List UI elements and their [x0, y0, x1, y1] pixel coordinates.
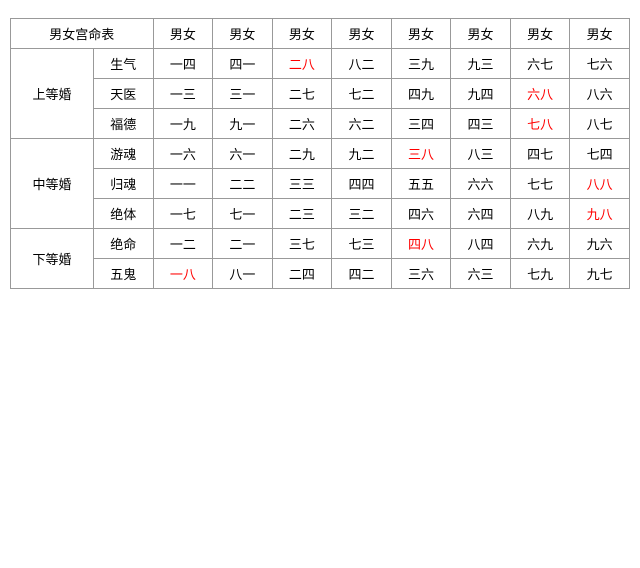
cell: 一七 [153, 199, 213, 229]
cell: 三九 [391, 49, 451, 79]
cell: 一六 [153, 139, 213, 169]
sub-label: 绝命 [94, 229, 154, 259]
sub-label: 游魂 [94, 139, 154, 169]
cell: 一一 [153, 169, 213, 199]
cell: 八二 [332, 49, 392, 79]
table-row: 天医一三三一二七七二四九九四六八八六 [11, 79, 630, 109]
header-col-2: 男女 [213, 19, 273, 49]
group-label-0: 上等婚 [11, 49, 94, 139]
cell: 二六 [272, 109, 332, 139]
cell: 八一 [213, 259, 273, 289]
sub-label: 天医 [94, 79, 154, 109]
cell: 七九 [510, 259, 570, 289]
cell: 八三 [451, 139, 511, 169]
cell: 六六 [451, 169, 511, 199]
sub-label: 五鬼 [94, 259, 154, 289]
cell: 五五 [391, 169, 451, 199]
cell: 一八 [153, 259, 213, 289]
cell: 八四 [451, 229, 511, 259]
header-col0: 男女宫命表 [11, 19, 154, 49]
cell: 七八 [510, 109, 570, 139]
table-row: 下等婚绝命一二二一三七七三四八八四六九九六 [11, 229, 630, 259]
header-col-5: 男女 [391, 19, 451, 49]
table-row: 中等婚游魂一六六一二九九二三八八三四七七四 [11, 139, 630, 169]
cell: 六四 [451, 199, 511, 229]
cell: 九四 [451, 79, 511, 109]
sub-label: 生气 [94, 49, 154, 79]
cell: 二二 [213, 169, 273, 199]
cell: 八九 [510, 199, 570, 229]
cell: 七三 [332, 229, 392, 259]
table-row: 五鬼一八八一二四四二三六六三七九九七 [11, 259, 630, 289]
cell: 二九 [272, 139, 332, 169]
cell: 三八 [391, 139, 451, 169]
cell: 三七 [272, 229, 332, 259]
cell: 七七 [510, 169, 570, 199]
table-row: 归魂一一二二三三四四五五六六七七八八 [11, 169, 630, 199]
cell: 四三 [451, 109, 511, 139]
table-row: 上等婚生气一四四一二八八二三九九三六七七六 [11, 49, 630, 79]
cell: 六九 [510, 229, 570, 259]
cell: 六一 [213, 139, 273, 169]
cell: 九二 [332, 139, 392, 169]
cell: 九三 [451, 49, 511, 79]
cell: 四九 [391, 79, 451, 109]
group-label-1: 中等婚 [11, 139, 94, 229]
cell: 八六 [570, 79, 630, 109]
header-col-6: 男女 [451, 19, 511, 49]
header-col-4: 男女 [332, 19, 392, 49]
cell: 四二 [332, 259, 392, 289]
cell: 三六 [391, 259, 451, 289]
main-table: 男女宫命表男女男女男女男女男女男女男女男女上等婚生气一四四一二八八二三九九三六七… [10, 18, 630, 289]
sub-label: 归魂 [94, 169, 154, 199]
cell: 八八 [570, 169, 630, 199]
sub-label: 绝体 [94, 199, 154, 229]
cell: 四七 [510, 139, 570, 169]
cell: 三二 [332, 199, 392, 229]
cell: 七一 [213, 199, 273, 229]
cell: 四八 [391, 229, 451, 259]
cell: 七六 [570, 49, 630, 79]
cell: 七二 [332, 79, 392, 109]
table-row: 福德一九九一二六六二三四四三七八八七 [11, 109, 630, 139]
group-label-2: 下等婚 [11, 229, 94, 289]
cell: 四一 [213, 49, 273, 79]
cell: 三四 [391, 109, 451, 139]
cell: 六三 [451, 259, 511, 289]
cell: 四四 [332, 169, 392, 199]
header-col-8: 男女 [570, 19, 630, 49]
cell: 九七 [570, 259, 630, 289]
cell: 二七 [272, 79, 332, 109]
cell: 二八 [272, 49, 332, 79]
cell: 一三 [153, 79, 213, 109]
cell: 二四 [272, 259, 332, 289]
cell: 三三 [272, 169, 332, 199]
cell: 九八 [570, 199, 630, 229]
cell: 一二 [153, 229, 213, 259]
cell: 二一 [213, 229, 273, 259]
header-col-3: 男女 [272, 19, 332, 49]
cell: 八七 [570, 109, 630, 139]
cell: 一四 [153, 49, 213, 79]
cell: 九六 [570, 229, 630, 259]
header-col-1: 男女 [153, 19, 213, 49]
cell: 二三 [272, 199, 332, 229]
header-col-7: 男女 [510, 19, 570, 49]
cell: 六七 [510, 49, 570, 79]
cell: 六八 [510, 79, 570, 109]
cell: 三一 [213, 79, 273, 109]
cell: 六二 [332, 109, 392, 139]
cell: 九一 [213, 109, 273, 139]
cell: 七四 [570, 139, 630, 169]
sub-label: 福德 [94, 109, 154, 139]
cell: 一九 [153, 109, 213, 139]
cell: 四六 [391, 199, 451, 229]
table-row: 绝体一七七一二三三二四六六四八九九八 [11, 199, 630, 229]
